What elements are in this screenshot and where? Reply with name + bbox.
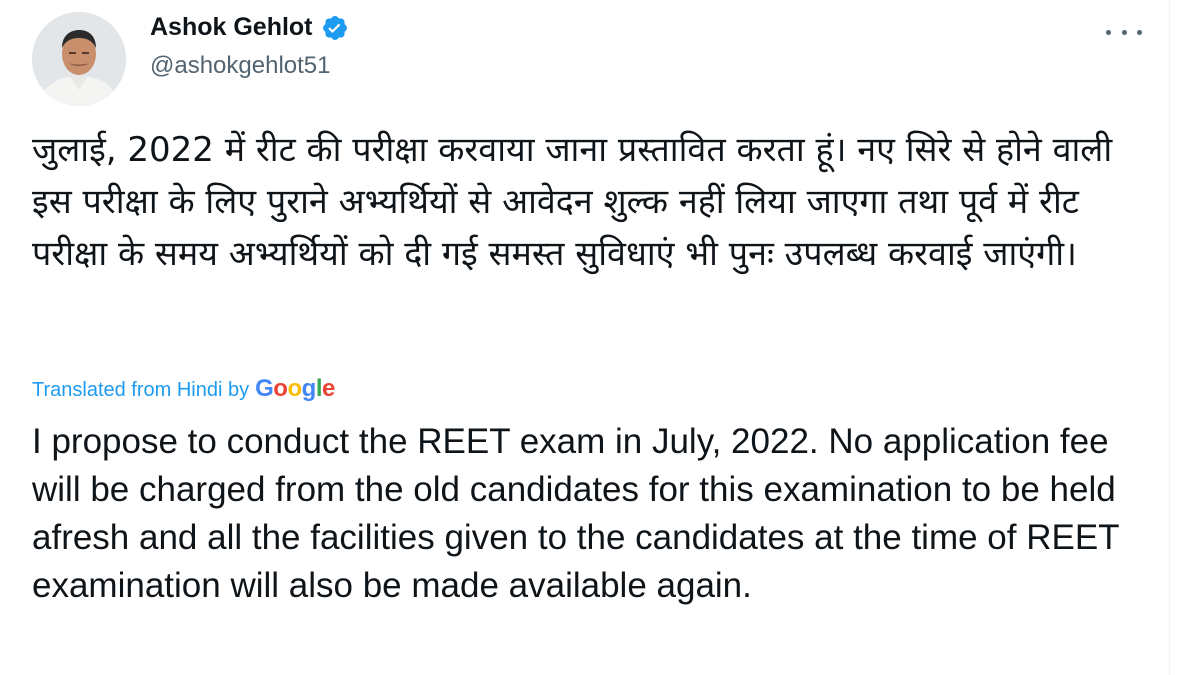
author-display-name[interactable]: Ashok Gehlot — [150, 13, 313, 42]
dot-icon — [1121, 29, 1127, 35]
translation-attribution: Translated from Hindi by Google — [32, 375, 335, 403]
tweet-translated-text: I propose to conduct the REET exam in Ju… — [32, 422, 1119, 605]
google-logo-letter: o — [273, 375, 288, 402]
avatar[interactable] — [32, 12, 126, 106]
tweet-original-text: जुलाई, 2022 में रीट की परीक्षा करवाया जा… — [32, 130, 1113, 274]
google-logo-letter: o — [287, 375, 302, 402]
author-handle[interactable]: @ashokgehlot51 — [150, 52, 331, 80]
author-name-row: Ashok Gehlot — [150, 13, 349, 42]
google-logo-letter: g — [301, 375, 317, 402]
dot-icon — [1137, 29, 1142, 35]
google-logo-letter: G — [255, 375, 274, 402]
avatar-portrait — [32, 12, 126, 106]
right-border — [1169, 0, 1200, 675]
verified-badge-icon — [321, 14, 349, 42]
dot-icon — [1106, 29, 1111, 35]
translated-label[interactable]: Translated from Hindi by — [32, 379, 249, 402]
more-horizontal-icon[interactable] — [1106, 22, 1142, 42]
google-logo-letter: e — [321, 375, 335, 402]
google-logo: Google — [255, 375, 335, 403]
